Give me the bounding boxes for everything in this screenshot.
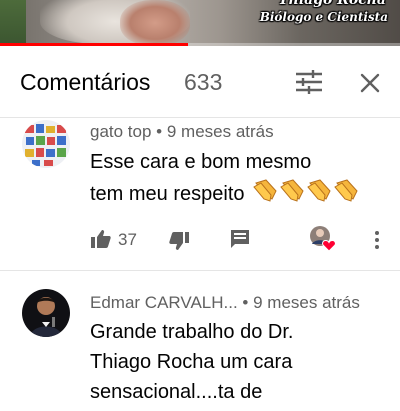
comment-text-line: sensacional....ta de (90, 381, 263, 403)
close-comments-button[interactable] (354, 67, 386, 99)
comment-meta: Edmar CARVALH... • 9 meses atrás (90, 293, 360, 313)
video-overlay-name: Thiago Rocha (278, 0, 386, 8)
comment-author[interactable]: gato top (90, 122, 151, 141)
sort-comments-button[interactable] (292, 67, 326, 97)
thumbs-down-icon (169, 232, 189, 250)
comment-text-line: Grande trabalho do Dr. (90, 321, 294, 343)
comments-header: Comentários 633 (0, 47, 400, 118)
comment-item: gato top • 9 meses atrás Esse cara e bom… (0, 118, 400, 268)
comment-time: 9 meses atrás (253, 293, 360, 312)
like-count: 37 (118, 230, 137, 249)
dislike-button[interactable] (168, 230, 190, 252)
comment-time: 9 meses atrás (166, 122, 274, 141)
thumbs-up-icon (91, 230, 111, 248)
video-frame-hand (120, 0, 190, 46)
meta-separator: • (151, 122, 167, 141)
like-button[interactable] (90, 228, 112, 250)
avatar[interactable] (22, 120, 70, 168)
comment-author[interactable]: Edmar CARVALH... (90, 293, 238, 312)
close-icon (360, 73, 380, 93)
video-player-strip[interactable]: Thiago Rocha Biólogo e Cientista (0, 0, 400, 46)
clapping-hands-icon (253, 179, 358, 202)
more-vertical-icon (375, 231, 379, 249)
video-overlay-title: Biólogo e Cientista (259, 10, 388, 24)
comments-count: 633 (184, 69, 223, 95)
comment-actions: 37 (0, 222, 400, 258)
reply-comment-icon (231, 230, 249, 248)
video-frame-foliage (0, 0, 26, 46)
comment-item: Edmar CARVALH... • 9 meses atrás Grande … (0, 270, 400, 411)
creator-heart-icon (310, 226, 336, 252)
comment-meta: gato top • 9 meses atrás (90, 122, 274, 142)
avatar[interactable] (22, 289, 70, 337)
comment-menu-button[interactable] (368, 228, 386, 252)
comment-text-line: Thiago Rocha um cara (90, 351, 293, 373)
comments-title: Comentários (20, 69, 151, 95)
comment-text-line-with-emoji: tem meu respeito (90, 177, 390, 209)
comment-text: Esse cara e bom mesmo tem meu respeito (90, 147, 390, 209)
video-progress-bar[interactable] (0, 43, 400, 46)
creator-heart-badge[interactable] (308, 224, 338, 252)
video-progress-fill (0, 43, 188, 46)
comment-text-line: Esse cara e bom mesmo (90, 151, 312, 173)
comment-text: Grande trabalho do Dr. Thiago Rocha um c… (90, 317, 390, 407)
meta-separator: • (237, 293, 254, 312)
comment-text-line: tem meu respeito (90, 183, 245, 205)
avatar-image (22, 120, 70, 168)
avatar-image (22, 289, 70, 337)
sort-filter-icon (296, 70, 322, 94)
reply-button[interactable] (229, 228, 251, 250)
